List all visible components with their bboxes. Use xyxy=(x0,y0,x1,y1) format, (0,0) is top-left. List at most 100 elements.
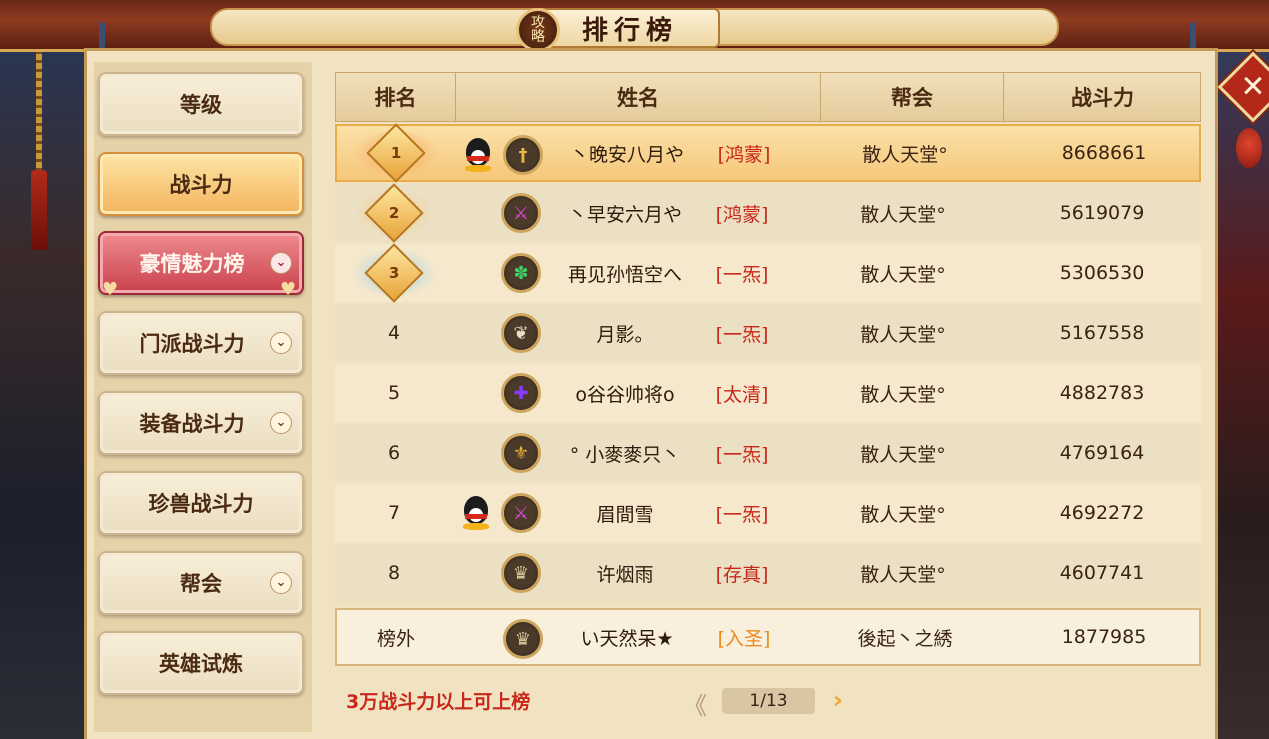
combat-power-value: 4607741 xyxy=(1059,562,1145,584)
rank-number: 2 xyxy=(388,204,400,222)
player-tag: [鸿蒙] xyxy=(715,203,769,226)
chevron-down-icon[interactable]: ⌄ xyxy=(270,332,292,354)
table-row[interactable]: 2 ⚔ 丶早安六月や [鸿蒙] 散人天堂° 5619079 xyxy=(335,183,1201,243)
sidebar-item-combat-power[interactable]: 战斗力 xyxy=(98,152,304,216)
dragon-icon: ♛ xyxy=(501,553,541,593)
fleur-icon: ⚜ xyxy=(501,433,541,473)
sidebar-item-sect-power[interactable]: 门派战斗力 ⌄ xyxy=(98,311,304,375)
sidebar-item-label: 珍兽战斗力 xyxy=(148,492,254,516)
combat-power-value: 4692272 xyxy=(1059,502,1145,524)
rank-cell: 榜外 xyxy=(337,610,455,664)
rank-number: 5 xyxy=(387,382,401,404)
guild-name: 散人天堂° xyxy=(860,563,946,586)
chevron-down-icon[interactable]: ⌄ xyxy=(270,252,292,274)
dragon-icon: ♛ xyxy=(503,619,543,659)
rank-number: 6 xyxy=(387,442,401,464)
sidebar-item-level[interactable]: 等级 xyxy=(98,72,304,136)
rank-cell: 6 xyxy=(335,424,453,482)
player-name: o谷谷帅将o xyxy=(575,383,675,406)
rank-cell: 3 xyxy=(335,243,453,303)
column-header-rank: 排名 xyxy=(336,73,456,121)
rank-cell: 4 xyxy=(335,304,453,362)
guild-name: 散人天堂° xyxy=(860,323,946,346)
combat-power-value: 4769164 xyxy=(1059,442,1145,464)
rank-cell: 5 xyxy=(335,364,453,422)
column-header-guild: 帮会 xyxy=(821,73,1004,121)
table-row[interactable]: 1 † 丶晚安八月や [鸿蒙] 散人天堂° 8668661 xyxy=(335,123,1201,183)
page-title: 排行榜 xyxy=(581,15,678,46)
sidebar-item-label: 英雄试炼 xyxy=(159,652,243,676)
sword-icon: † xyxy=(503,135,543,175)
qq-penguin-icon xyxy=(463,138,493,172)
ranking-table: 排名 姓名 帮会 战斗力 1 † 丶晚安八月や [鸿蒙] 散人天堂° 8668661 2 ⚔ 丶… xyxy=(335,72,1201,670)
qq-penguin-icon xyxy=(461,496,491,530)
sidebar-item-label: 门派战斗力 xyxy=(139,332,245,356)
rank-cell: 2 xyxy=(335,183,453,243)
rank-number: 7 xyxy=(387,502,401,524)
sidebar-item-charm[interactable]: 豪情魅力榜 ⌄ ♥ ♥ xyxy=(98,231,304,299)
ranking-requirement-note: 3万战斗力以上可上榜 xyxy=(346,691,531,713)
player-tag: [鸿蒙] xyxy=(717,143,771,166)
guild-name: 散人天堂° xyxy=(862,143,948,166)
rank-cell: 8 xyxy=(335,544,453,602)
player-name: 许烟雨 xyxy=(596,563,654,586)
table-row[interactable]: 3 ✽ 再见孙悟空へ [一炁] 散人天堂° 5306530 xyxy=(335,243,1201,303)
table-row[interactable]: 8 ♛ 许烟雨 [存真] 散人天堂° 4607741 xyxy=(335,544,1201,602)
combat-power-value: 5619079 xyxy=(1059,202,1145,224)
tassel-ornament xyxy=(31,170,47,250)
sidebar-item-guild[interactable]: 帮会 ⌄ xyxy=(98,551,304,615)
lantern-ornament xyxy=(1236,128,1262,168)
qq-penguin-feet xyxy=(463,523,489,530)
player-tag: [一炁] xyxy=(715,263,769,286)
table-header: 排名 姓名 帮会 战斗力 xyxy=(335,72,1201,122)
page-indicator: 1/13 xyxy=(722,688,815,714)
sidebar-item-label: 战斗力 xyxy=(169,173,233,197)
title-plaque: 排行榜 xyxy=(540,8,720,48)
sidebar-item-equipment-power[interactable]: 装备战斗力 ⌄ xyxy=(98,391,304,455)
rank-medal-icon: 3 xyxy=(352,243,436,303)
rank-cell: 1 xyxy=(337,123,455,183)
column-header-name: 姓名 xyxy=(456,73,821,121)
chevron-down-icon[interactable]: ⌄ xyxy=(270,412,292,434)
cross-icon: ✚ xyxy=(501,373,541,413)
player-name: 眉間雪 xyxy=(596,503,654,526)
combat-power-value: 5306530 xyxy=(1059,262,1145,284)
player-name: 丶早安六月や xyxy=(567,203,682,226)
sidebar-item-label: 帮会 xyxy=(180,572,222,596)
guild-name: 散人天堂° xyxy=(860,503,946,526)
player-name: 再见孙悟空へ xyxy=(567,263,682,286)
sidebar-item-label: 等级 xyxy=(180,93,222,117)
guild-name: 散人天堂° xyxy=(860,383,946,406)
next-page-button[interactable]: › xyxy=(833,686,843,714)
guild-name: 散人天堂° xyxy=(860,443,946,466)
qq-penguin-scarf xyxy=(467,156,489,161)
table-row[interactable]: 6 ⚜ ° 小麥麥只丶 [一炁] 散人天堂° 4769164 xyxy=(335,424,1201,482)
rank-number: 8 xyxy=(387,562,401,584)
gourd-icon: ❦ xyxy=(501,313,541,353)
chevron-down-icon[interactable]: ⌄ xyxy=(270,572,292,594)
fan-icon: ✽ xyxy=(501,253,541,293)
blade-icon: ⚔ xyxy=(501,193,541,233)
rank-number: 1 xyxy=(390,144,402,162)
player-name: 丶晚安八月や xyxy=(569,143,684,166)
player-tag: [存真] xyxy=(715,563,769,586)
player-tag: [太清] xyxy=(715,383,769,406)
guild-name: 散人天堂° xyxy=(860,203,946,226)
guild-name: 散人天堂° xyxy=(860,263,946,286)
rank-number: 4 xyxy=(387,322,401,344)
prev-page-button[interactable]: 《 xyxy=(683,686,707,721)
sidebar-item-label: 豪情魅力榜 xyxy=(139,252,245,276)
player-tag: [一炁] xyxy=(715,503,769,526)
table-row[interactable]: 5 ✚ o谷谷帅将o [太清] 散人天堂° 4882783 xyxy=(335,364,1201,422)
player-name: ° 小麥麥只丶 xyxy=(569,443,681,466)
heart-icon: ♥ xyxy=(280,279,297,300)
sidebar-item-hero-trial[interactable]: 英雄试炼 xyxy=(98,631,304,695)
sidebar-item-pet-power[interactable]: 珍兽战斗力 xyxy=(98,471,304,535)
guide-button[interactable]: 攻 略 xyxy=(516,8,560,52)
guide-badge-char: 攻 xyxy=(531,15,545,31)
heart-icon: ♥ xyxy=(102,279,119,300)
player-name: 月影。 xyxy=(596,323,654,346)
table-row[interactable]: 4 ❦ 月影。 [一炁] 散人天堂° 5167558 xyxy=(335,304,1201,362)
self-rank-row[interactable]: 榜外 ♛ い天然呆★ [入圣] 後起丶之綉 1877985 xyxy=(335,608,1201,666)
table-row[interactable]: 7 ⚔ 眉間雪 [一炁] 散人天堂° 4692272 xyxy=(335,484,1201,542)
